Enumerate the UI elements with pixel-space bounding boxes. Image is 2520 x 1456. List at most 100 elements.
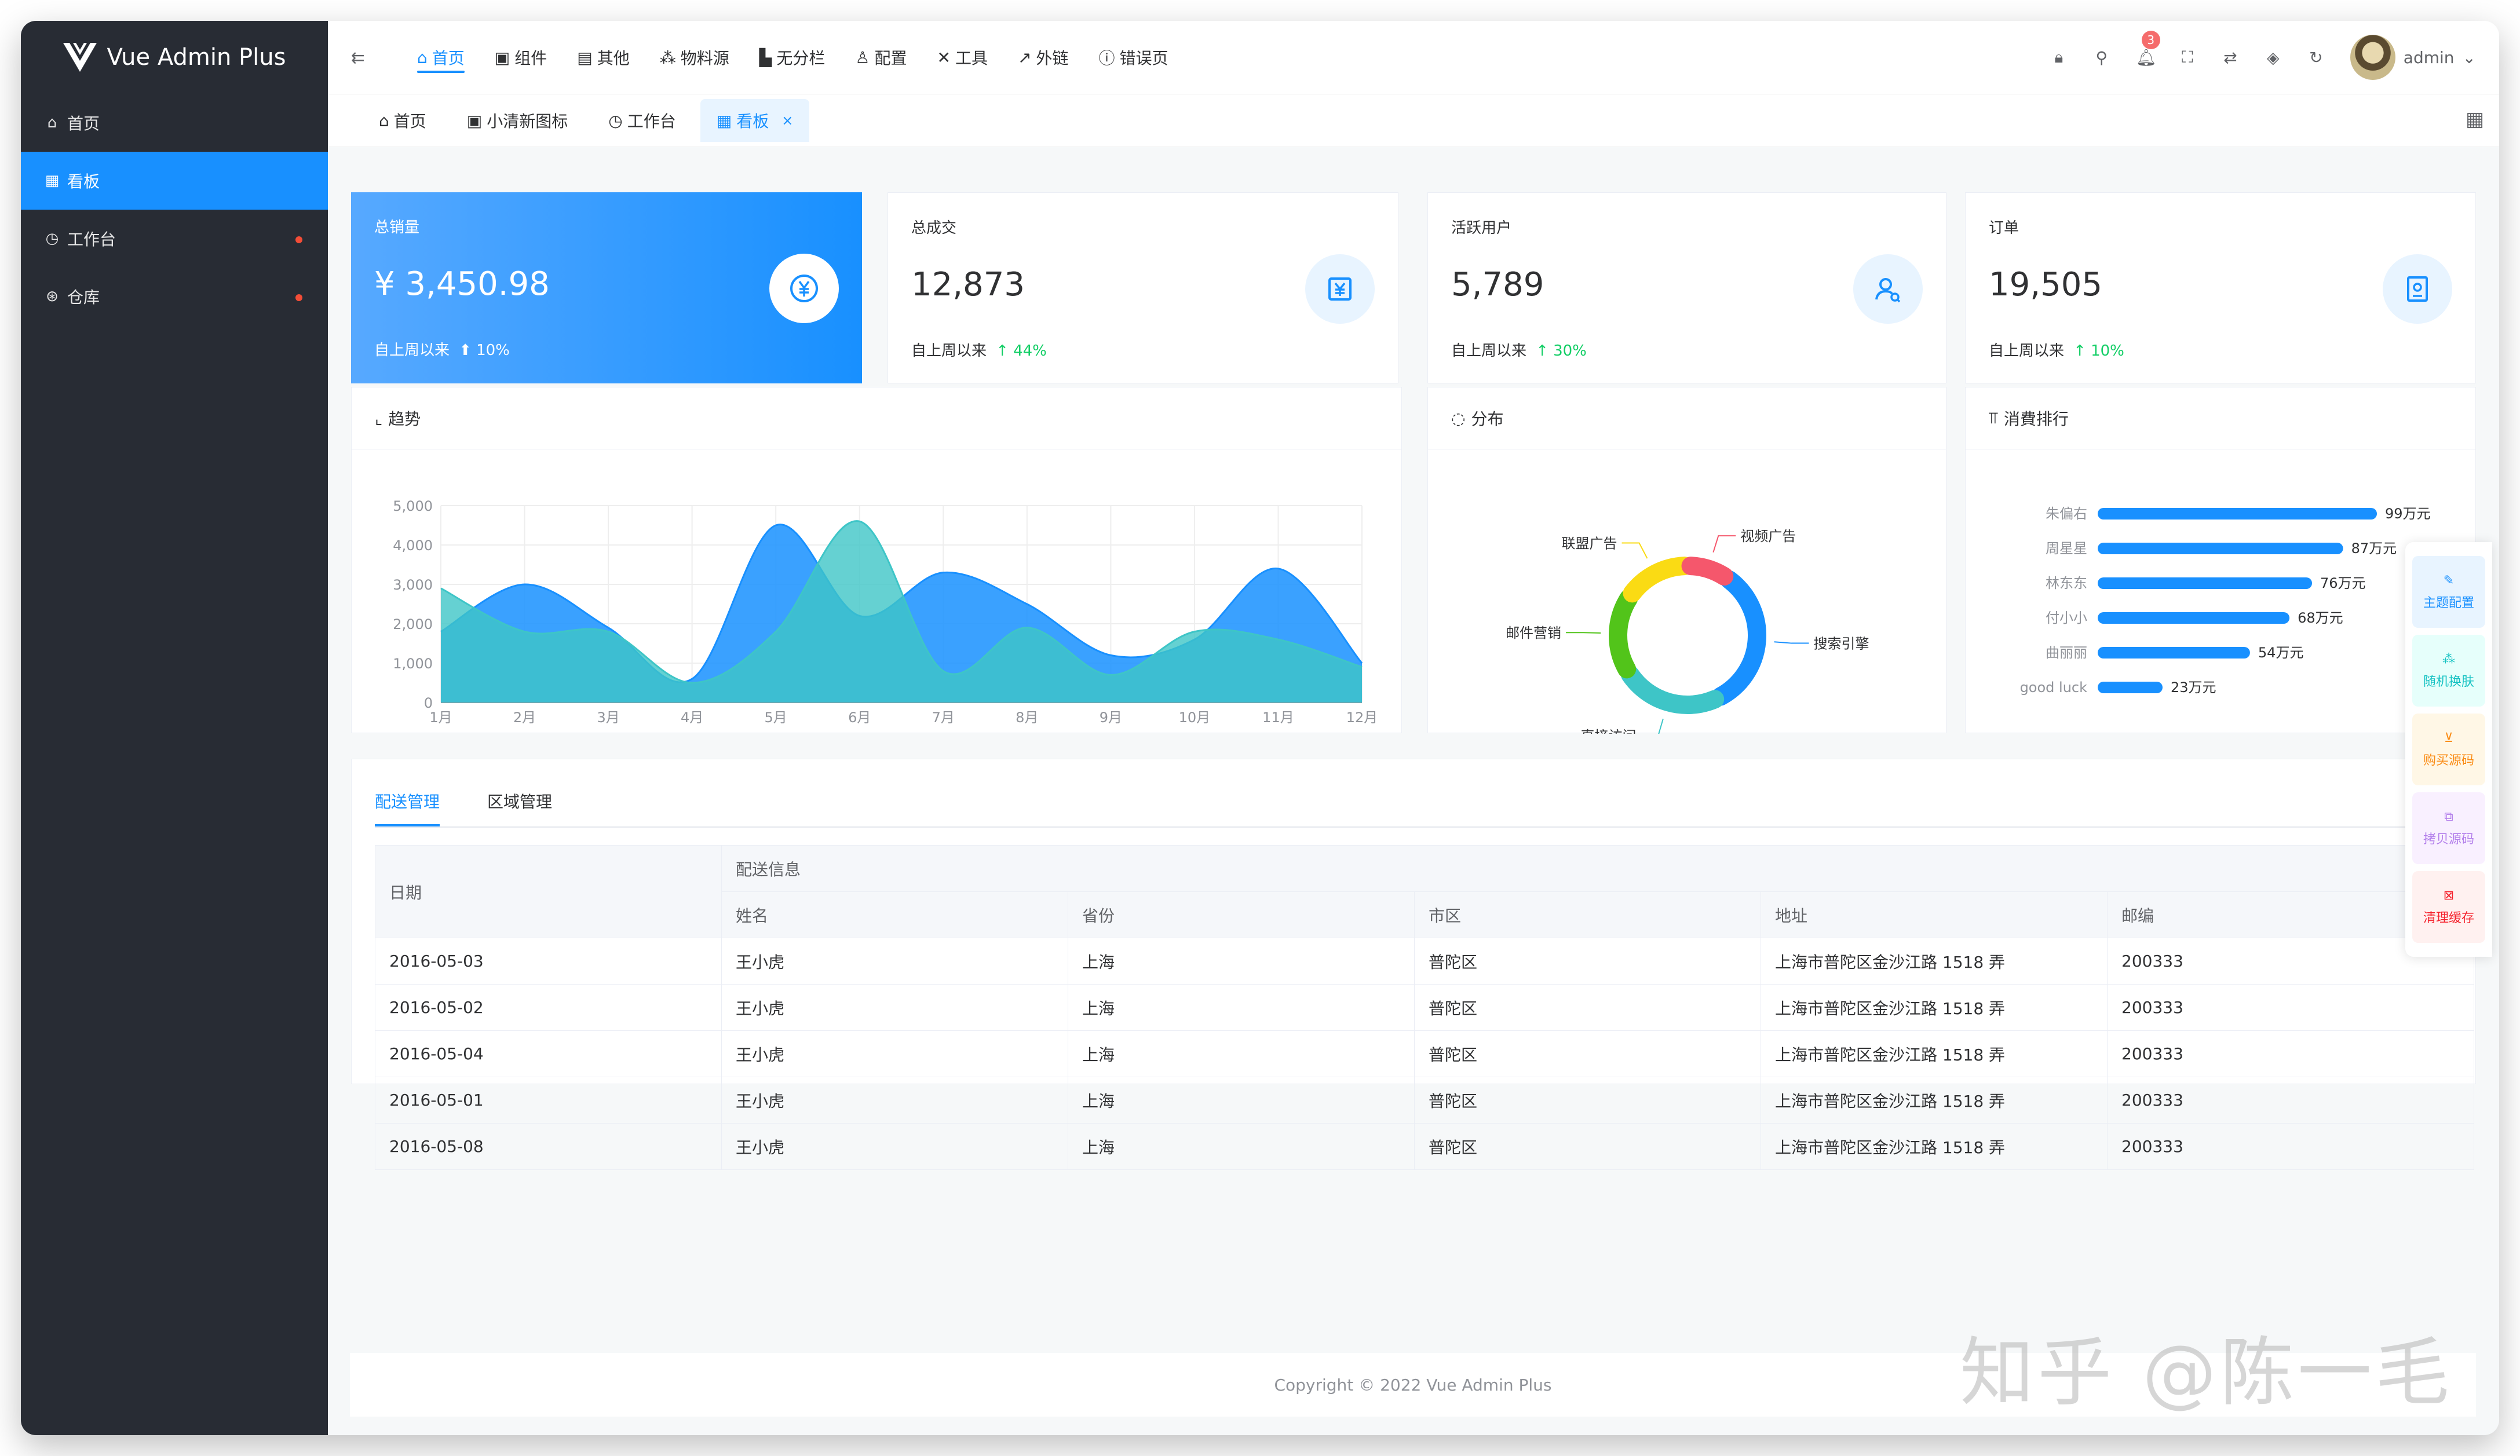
nav-item-6[interactable]: ✕ 工具 bbox=[922, 21, 1002, 94]
table-row[interactable]: 2016-05-03 王小虎 上海 普陀区 上海市普陀区金沙江路 1518 弄 20033… bbox=[375, 938, 2474, 985]
table-body: 2016-05-03 王小虎 上海 普陀区 上海市普陀区金沙江路 1518 弄 20033… bbox=[375, 938, 2474, 1170]
ranking-chart: 朱偏右 99万元周星星 87万元林东东 76万元付小小 68万元曲丽丽 54万元 good … bbox=[2020, 506, 2431, 696]
stat-pct: 44% bbox=[1013, 342, 1047, 360]
table-cell: 王小虎 bbox=[721, 984, 1068, 1031]
nav-item-4[interactable]: ▙ 无分栏 bbox=[744, 21, 841, 94]
table-row[interactable]: 2016-05-04 王小虎 上海 普陀区 上海市普陀区金沙江路 1518 弄 20033… bbox=[375, 1030, 2474, 1077]
nav-icon: ⓘ bbox=[1098, 49, 1115, 68]
logo[interactable]: Vue Admin Plus bbox=[21, 21, 328, 94]
label-line bbox=[1712, 535, 1736, 553]
sidebar-item-2[interactable]: ◷ 工作台 bbox=[21, 210, 328, 268]
group-header: 配送信息 bbox=[721, 845, 2474, 892]
nav-icon: ⌂ bbox=[417, 47, 428, 67]
table-row[interactable]: 2016-05-02 王小虎 上海 普陀区 上海市普陀区金沙江路 1518 弄 20033… bbox=[375, 984, 2474, 1031]
tool-icon: ⊠ bbox=[2443, 888, 2455, 903]
col-name: 姓名 bbox=[721, 891, 1068, 938]
x-tick-label: 6月 bbox=[848, 709, 871, 726]
nav-icon: ▣ bbox=[494, 47, 510, 67]
nav-item-7[interactable]: ↗ 外链 bbox=[1003, 21, 1083, 94]
close-icon[interactable]: × bbox=[781, 112, 793, 129]
fold-menu-icon[interactable]: ⇇ bbox=[351, 48, 374, 67]
theme-tool-4[interactable]: ⊠ 清理缓存 bbox=[2412, 871, 2485, 943]
user-menu[interactable]: admin ⌄ bbox=[2350, 35, 2476, 80]
translate-icon[interactable]: ⇄ bbox=[2222, 48, 2239, 67]
tab-region-management[interactable]: 区域管理 bbox=[487, 789, 552, 826]
nav-label: 其他 bbox=[597, 49, 630, 68]
theme-icon[interactable]: ◈ bbox=[2265, 48, 2282, 67]
x-tick-label: 5月 bbox=[765, 709, 787, 726]
stat-card-2: 活跃用户 5,789 自上周以来 ↑ 30% bbox=[1427, 192, 1946, 383]
menu-icon: ⌂ bbox=[47, 114, 57, 131]
table-cell: 普陀区 bbox=[1414, 984, 1761, 1031]
page-tab-3[interactable]: ▦ 看板 × bbox=[700, 99, 810, 142]
stat-since: 自上周以来 bbox=[374, 342, 450, 359]
theme-tool-1[interactable]: ⁂ 随机换肤 bbox=[2412, 635, 2485, 707]
new-dot bbox=[295, 236, 302, 243]
nav-icon: ↗ bbox=[1017, 47, 1032, 67]
new-dot bbox=[295, 294, 302, 301]
avatar bbox=[2350, 35, 2395, 80]
tabs-more-icon[interactable]: ▦ bbox=[2466, 108, 2484, 131]
y-tick-label: 2,000 bbox=[393, 616, 433, 632]
distribution-chart: 搜索引擎直接访问 邮件营销 联盟广告 视频广告 bbox=[1506, 528, 1869, 734]
sidebar-item-3[interactable]: ⊛ 仓库 bbox=[21, 268, 328, 325]
copyright: Copyright © 2022 Vue Admin Plus bbox=[1274, 1375, 1552, 1395]
sidebar-item-label: 仓库 bbox=[67, 288, 100, 307]
app-name: Vue Admin Plus bbox=[107, 44, 286, 71]
order-icon bbox=[2383, 254, 2452, 324]
table-cell: 2016-05-03 bbox=[375, 938, 722, 985]
theme-toolbar: ✎ 主题配置 ⁂ 随机换肤 ⊻ 购买源码 ⧉ 拷贝源码 ⊠ 清理缓存 bbox=[2405, 542, 2492, 957]
nav-item-2[interactable]: ▤ 其他 bbox=[562, 21, 644, 94]
fullscreen-icon[interactable]: ⛶ bbox=[2179, 47, 2196, 67]
nav-item-0[interactable]: ⌂ 首页 bbox=[402, 21, 480, 94]
stat-card-0: 总销量 ¥ 3,450.98 自上周以来 ⬆ 10% bbox=[351, 192, 862, 383]
table-cell: 普陀区 bbox=[1414, 1077, 1761, 1124]
tool-label: 随机换肤 bbox=[2423, 674, 2474, 689]
pie-slice-1 bbox=[1620, 665, 1725, 714]
theme-tool-3[interactable]: ⧉ 拷贝源码 bbox=[2412, 792, 2485, 864]
chevron-down-icon: ⌄ bbox=[2462, 47, 2476, 67]
search-icon[interactable]: ⚲ bbox=[2093, 48, 2110, 67]
x-tick-label: 1月 bbox=[429, 709, 452, 726]
tool-icon: ⊻ bbox=[2444, 730, 2454, 745]
theme-tool-2[interactable]: ⊻ 购买源码 bbox=[2412, 714, 2485, 785]
tab-delivery-management[interactable]: 配送管理 bbox=[375, 789, 440, 826]
nav-icon: ⁂ bbox=[659, 47, 676, 67]
table-cell: 2016-05-04 bbox=[375, 1030, 722, 1077]
nav-item-8[interactable]: ⓘ 错误页 bbox=[1083, 21, 1183, 94]
nav-item-1[interactable]: ▣ 组件 bbox=[480, 21, 562, 94]
nav-item-5[interactable]: ♙ 配置 bbox=[840, 21, 922, 94]
stat-label: 总销量 bbox=[374, 219, 420, 236]
table-cell: 上海市普陀区金沙江路 1518 弄 bbox=[1761, 1077, 2108, 1124]
nav-item-3[interactable]: ⁂ 物料源 bbox=[645, 21, 744, 94]
refresh-icon[interactable]: ↻ bbox=[2307, 48, 2325, 67]
sidebar: Vue Admin Plus ⌂ 首页 ▦ 看板 ◷ 工作台 ⊛ 仓库 bbox=[21, 21, 328, 1435]
tool-icon: ⧉ bbox=[2444, 809, 2453, 824]
bar-value-label: 68万元 bbox=[2298, 610, 2343, 626]
table-row[interactable]: 2016-05-08 王小虎 上海 普陀区 上海市普陀区金沙江路 1518 弄 20033… bbox=[375, 1123, 2474, 1170]
x-tick-label: 8月 bbox=[1016, 709, 1038, 726]
stat-foot: 自上周以来 ↑ 30% bbox=[1451, 339, 1587, 360]
sidebar-item-0[interactable]: ⌂ 首页 bbox=[21, 94, 328, 152]
page-tab-0[interactable]: ⌂ 首页 bbox=[363, 99, 443, 142]
sidebar-item-label: 看板 bbox=[67, 172, 100, 191]
sidebar-item-1[interactable]: ▦ 看板 bbox=[21, 152, 328, 210]
table-cell: 2016-05-01 bbox=[375, 1077, 722, 1124]
table-row[interactable]: 2016-05-01 王小虎 上海 普陀区 上海市普陀区金沙江路 1518 弄 20033… bbox=[375, 1077, 2474, 1124]
x-tick-label: 11月 bbox=[1262, 709, 1294, 726]
top-nav: ⌂ 首页 ▣ 组件 ▤ 其他 ⁂ 物料源 ▙ 无分栏 ♙ 配置 ✕ 工具 ↗ 外链 ⓘ 错误页 bbox=[402, 21, 1183, 94]
bar-value-label: 23万元 bbox=[2171, 679, 2216, 696]
bell-icon[interactable]: 🔔︎ 3 bbox=[2136, 30, 2160, 67]
tool-label: 清理缓存 bbox=[2423, 910, 2474, 925]
lock-icon[interactable]: 🔒︎ bbox=[2050, 47, 2068, 67]
page-tab-1[interactable]: ▣ 小清新图标 bbox=[451, 99, 584, 142]
theme-tool-0[interactable]: ✎ 主题配置 bbox=[2412, 556, 2485, 628]
stat-pct: 10% bbox=[2091, 342, 2124, 360]
nav-icon: ✕ bbox=[937, 47, 951, 67]
page-tab-2[interactable]: ◷ 工作台 bbox=[592, 99, 692, 142]
tool-label: 主题配置 bbox=[2423, 595, 2474, 610]
tab-label: 看板 bbox=[736, 112, 769, 131]
ranking-panel: ⫪ 消費排行 朱偏右 99万元 周星星 87万元 林东东 76万元 付小小 68万元 曲丽丽 54万… bbox=[1965, 387, 2476, 733]
nav-label: 组件 bbox=[514, 49, 547, 68]
bar-value-label: 87万元 bbox=[2351, 540, 2397, 557]
